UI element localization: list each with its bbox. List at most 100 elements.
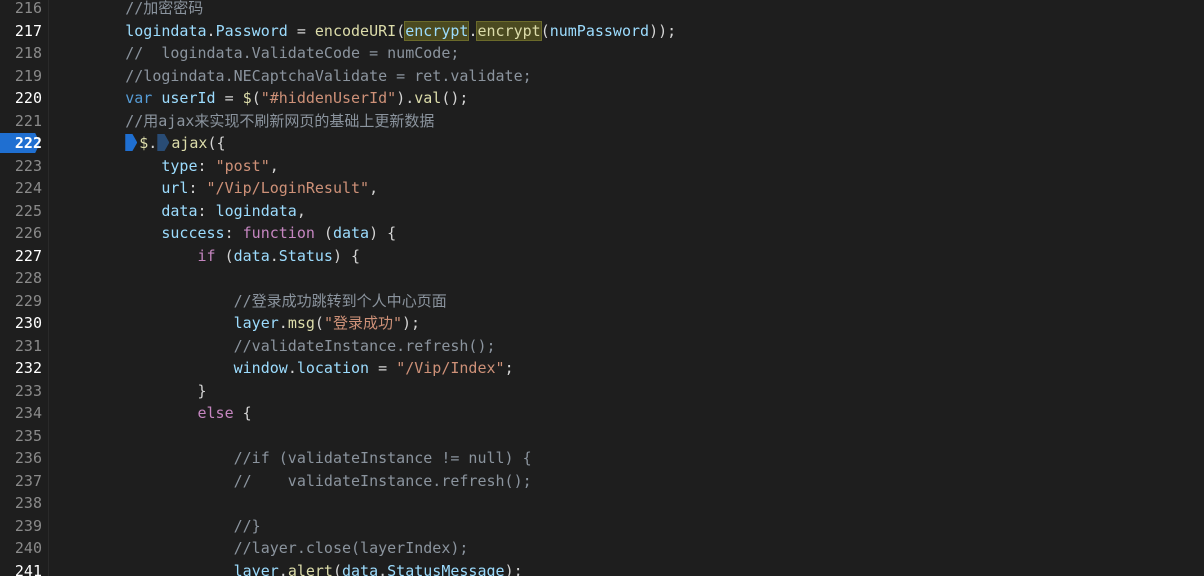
line-number-row[interactable]: 222 [0, 132, 48, 155]
line-number: 233 [14, 381, 42, 400]
line-number-row[interactable]: 236 [0, 447, 48, 470]
code-line[interactable]: data: logindata, [53, 200, 1204, 223]
code-area[interactable]: //加密密码 logindata.Password = encodeURI(en… [49, 0, 1204, 576]
code-line[interactable]: //logindata.NECaptchaValidate = ret.vali… [53, 65, 1204, 88]
code-line[interactable]: //登录成功跳转到个人中心页面 [53, 290, 1204, 313]
code-token: "/Vip/LoginResult" [206, 179, 370, 197]
code-token: encrypt [404, 20, 470, 41]
line-number: 240 [14, 539, 42, 557]
code-line[interactable]: $. ajax({ [53, 132, 1204, 155]
line-number-row[interactable]: 228 [0, 267, 48, 290]
code-token: userId [161, 89, 216, 107]
code-token: //登录成功跳转到个人中心页面 [233, 291, 447, 310]
code-token: { [233, 404, 252, 422]
code-line[interactable]: //用ajax来实现不刷新网页的基础上更新数据 [53, 110, 1204, 133]
code-line[interactable] [53, 425, 1204, 448]
inline-breakpoint-icon[interactable] [125, 134, 138, 151]
code-token: "/Vip/Index" [396, 359, 505, 377]
code-line[interactable]: // logindata.ValidateCode = numCode; [53, 42, 1204, 65]
code-token: . [278, 561, 288, 576]
line-number-row[interactable]: 224 [0, 177, 48, 200]
code-token: ). [396, 89, 415, 107]
code-line[interactable]: url: "/Vip/LoginResult", [53, 177, 1204, 200]
line-number-row[interactable]: 233 [0, 380, 48, 403]
inline-breakpoint-icon[interactable] [157, 134, 170, 151]
line-number: 231 [14, 336, 42, 355]
code-line[interactable]: //if (validateInstance != null) { [53, 447, 1204, 470]
code-token: alert [287, 561, 333, 576]
line-number-row[interactable]: 223 [0, 155, 48, 178]
code-line[interactable]: //} [53, 515, 1204, 538]
code-line[interactable] [53, 492, 1204, 515]
code-token: // validateInstance.refresh(); [233, 471, 532, 490]
line-number-row[interactable]: 225 [0, 200, 48, 223]
line-number-row[interactable]: 229 [0, 290, 48, 313]
line-number-row[interactable]: 240 [0, 537, 48, 560]
code-token: . [148, 134, 158, 152]
code-line[interactable]: //加密密码 [53, 0, 1204, 20]
line-number-row[interactable]: 238 [0, 492, 48, 515]
code-token: . [206, 21, 216, 40]
line-number-row[interactable]: 218 [0, 42, 48, 65]
line-number: 235 [14, 426, 42, 445]
code-line[interactable]: else { [53, 402, 1204, 425]
line-number-row[interactable]: 232 [0, 357, 48, 380]
line-number-row[interactable]: 217 [0, 20, 48, 43]
code-token: StatusMessage [387, 561, 505, 576]
line-number-row[interactable]: 216 [0, 0, 48, 20]
line-number-row[interactable]: 226 [0, 222, 48, 245]
line-number-row[interactable]: 234 [0, 402, 48, 425]
line-number-row[interactable]: 219 [0, 65, 48, 88]
line-number-row[interactable]: 220 [0, 87, 48, 110]
code-line[interactable]: layer.msg("登录成功"); [53, 312, 1204, 335]
line-number-row[interactable]: 239 [0, 515, 48, 538]
line-number-row[interactable]: 227 [0, 245, 48, 268]
code-line[interactable]: //layer.close(layerIndex); [53, 537, 1204, 560]
line-number-row[interactable]: 231 [0, 335, 48, 358]
line-number-gutter[interactable]: 216 217 218 219 220 221 222 223 224 225 226 227 228 2… [0, 0, 49, 576]
line-number-row[interactable]: 221 [0, 110, 48, 133]
code-token: , [296, 201, 306, 220]
code-token: ); [504, 561, 523, 576]
code-token: msg [287, 314, 315, 332]
code-token: location [296, 359, 370, 377]
code-line[interactable]: } [53, 380, 1204, 403]
code-editor[interactable]: 216 217 218 219 220 221 222 223 224 225 226 227 228 2… [0, 0, 1204, 576]
line-number: 230 [14, 314, 42, 332]
code-line[interactable] [53, 267, 1204, 290]
line-number-row[interactable]: 237 [0, 470, 48, 493]
line-number-row[interactable]: 235 [0, 425, 48, 448]
code-line[interactable]: var userId = $("#hiddenUserId").val(); [53, 87, 1204, 110]
code-line[interactable]: layer.alert(data.StatusMessage); [53, 560, 1204, 576]
code-token: data [342, 561, 379, 576]
line-number-row[interactable]: 241 [0, 560, 48, 576]
line-number-row[interactable]: 230 [0, 312, 48, 335]
code-token: , [269, 156, 279, 175]
code-token: ( [314, 314, 324, 332]
code-line[interactable]: if (data.Status) { [53, 245, 1204, 268]
code-line[interactable]: logindata.Password = encodeURI(encrypt.e… [53, 20, 1204, 43]
code-line[interactable]: window.location = "/Vip/Index"; [53, 357, 1204, 380]
code-token: ( [215, 246, 234, 265]
code-line[interactable]: success: function (data) { [53, 222, 1204, 245]
line-number: 234 [14, 404, 42, 422]
code-line[interactable]: type: "post", [53, 155, 1204, 178]
code-line[interactable]: // validateInstance.refresh(); [53, 470, 1204, 493]
code-token: else [197, 404, 234, 422]
code-line[interactable]: //validateInstance.refresh(); [53, 335, 1204, 358]
code-token: encodeURI [314, 21, 397, 40]
